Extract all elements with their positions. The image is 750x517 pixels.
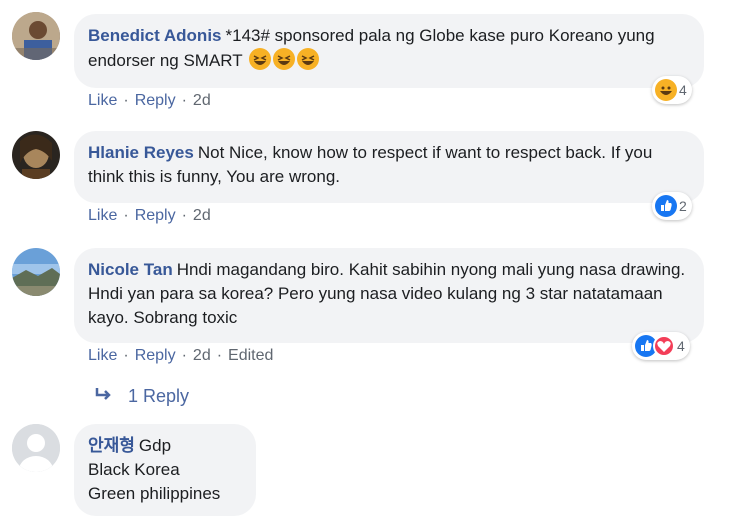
- grinning-squinting-face-icon: [273, 48, 296, 70]
- comment-author[interactable]: 안재형: [88, 436, 135, 455]
- reply-link[interactable]: Reply: [135, 207, 176, 225]
- comment-bubble: Benedict Adonis *143# sponsored pala ng G…: [74, 14, 704, 88]
- reaction-summary[interactable]: 4: [652, 76, 692, 104]
- reaction-summary[interactable]: 4: [632, 332, 690, 360]
- default-avatar-icon: [12, 424, 60, 472]
- avatar[interactable]: [12, 248, 60, 296]
- edited-label[interactable]: Edited: [228, 347, 273, 365]
- view-replies-link[interactable]: 1 Reply: [94, 386, 189, 407]
- reply-arrow-icon: [94, 386, 114, 407]
- grinning-squinting-face-icon: [249, 48, 272, 70]
- comment-author[interactable]: Hlanie Reyes: [88, 143, 194, 162]
- like-reaction-icon: [655, 195, 677, 217]
- profile-photo-icon: [12, 131, 60, 179]
- avatar[interactable]: [12, 131, 60, 179]
- comment-actions: Like · Reply · 2d: [88, 207, 211, 225]
- like-link[interactable]: Like: [88, 92, 117, 110]
- grinning-squinting-face-icon: [297, 48, 320, 70]
- comment-actions: Like · Reply · 2d: [88, 92, 211, 110]
- replies-count-label[interactable]: 1 Reply: [128, 386, 189, 407]
- reaction-count: 4: [677, 338, 685, 354]
- reply-link[interactable]: Reply: [135, 347, 176, 365]
- reply-link[interactable]: Reply: [135, 92, 176, 110]
- comment-text-line: Gdp: [138, 436, 172, 455]
- reaction-count: 2: [679, 198, 687, 214]
- comment-bubble: Nicole Tan Hndi magandang biro. Kahit sab…: [74, 248, 704, 343]
- comment-actions: Like · Reply · 2d · Edited: [88, 347, 274, 365]
- comment-author[interactable]: Nicole Tan: [88, 260, 173, 279]
- comment-bubble: Hlanie Reyes Not Nice, know how to respec…: [74, 131, 704, 203]
- comment-text-line: Green philippines: [88, 484, 221, 503]
- like-link[interactable]: Like: [88, 207, 117, 225]
- avatar[interactable]: [12, 12, 60, 60]
- like-link[interactable]: Like: [88, 347, 117, 365]
- profile-photo-icon: [12, 12, 60, 60]
- comment-text: Hndi magandang biro. Kahit sabihin nyong…: [88, 260, 686, 327]
- comment-bubble: 안재형 Gdp Black Korea Green philippines: [74, 424, 256, 516]
- timestamp[interactable]: 2d: [193, 207, 211, 225]
- timestamp[interactable]: 2d: [193, 347, 211, 365]
- comment-author[interactable]: Benedict Adonis: [88, 26, 222, 45]
- haha-reaction-icon: [655, 79, 677, 101]
- timestamp[interactable]: 2d: [193, 92, 211, 110]
- reaction-count: 4: [679, 82, 687, 98]
- avatar[interactable]: [12, 424, 60, 472]
- reaction-summary[interactable]: 2: [652, 192, 692, 220]
- love-reaction-icon: [653, 335, 675, 357]
- profile-photo-icon: [12, 248, 60, 296]
- comment-text-line: Black Korea: [88, 460, 180, 479]
